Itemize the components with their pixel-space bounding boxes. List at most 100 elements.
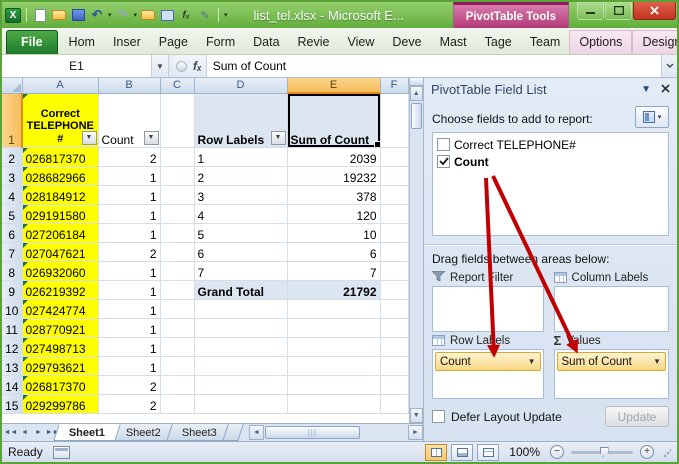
field-item-correct-telephone-[interactable]: Correct TELEPHONE# <box>437 136 664 153</box>
cell-D3[interactable]: 2 <box>194 166 287 185</box>
previous-sheet-icon[interactable]: ◄ <box>18 426 31 439</box>
cell-E14[interactable] <box>287 375 380 394</box>
cell-B5[interactable]: 1 <box>98 204 160 223</box>
expand-formula-bar-icon[interactable] <box>661 55 677 77</box>
field-item-count[interactable]: Count <box>437 153 664 170</box>
row-header-15[interactable]: 15 <box>2 394 22 413</box>
area-row-labels-box[interactable]: Count▼ <box>432 349 544 399</box>
row-header-5[interactable]: 5 <box>2 204 22 223</box>
ribbon-tab-revie[interactable]: Revie <box>289 31 339 54</box>
cell-C6[interactable] <box>160 223 194 242</box>
cell-C14[interactable] <box>160 375 194 394</box>
cell-C8[interactable] <box>160 261 194 280</box>
cell-E15[interactable] <box>287 394 380 413</box>
cell-D6[interactable]: 5 <box>194 223 287 242</box>
cell-A8[interactable]: 026932060 <box>22 261 98 280</box>
cell-C1[interactable] <box>160 93 194 147</box>
row-header-7[interactable]: 7 <box>2 242 22 261</box>
row-header-11[interactable]: 11 <box>2 318 22 337</box>
ribbon-tab-page[interactable]: Page <box>150 31 197 54</box>
cell-D8[interactable]: 7 <box>194 261 287 280</box>
cell-C5[interactable] <box>160 204 194 223</box>
scroll-left-icon[interactable]: ◄ <box>249 425 264 440</box>
ribbon-tab-tage[interactable]: Tage <box>476 31 521 54</box>
cell-B1[interactable]: Count▼ <box>98 93 160 147</box>
zoom-in-icon[interactable]: + <box>640 445 654 459</box>
cell-E10[interactable] <box>287 299 380 318</box>
ink-pen-icon[interactable]: ✎ <box>197 7 213 23</box>
cell-C7[interactable] <box>160 242 194 261</box>
area-report-filter-box[interactable] <box>432 286 544 332</box>
macro-record-icon[interactable] <box>53 446 70 459</box>
maximize-button[interactable] <box>605 2 632 20</box>
pivot-field-button-sum-of-count[interactable]: Sum of Count▼ <box>557 352 666 371</box>
cell-C12[interactable] <box>160 337 194 356</box>
cell-A5[interactable]: 029191580 <box>22 204 98 223</box>
cell-E7[interactable]: 6 <box>287 242 380 261</box>
cell-F2[interactable] <box>380 147 408 166</box>
cell-F8[interactable] <box>380 261 408 280</box>
cell-C11[interactable] <box>160 318 194 337</box>
cell-C2[interactable] <box>160 147 194 166</box>
page-layout-view-button[interactable] <box>451 444 473 461</box>
row-header-12[interactable]: 12 <box>2 337 22 356</box>
grid-corner[interactable] <box>2 78 22 93</box>
horizontal-scrollbar[interactable]: ◄ ||| ► <box>249 424 423 441</box>
sheet-tab-sheet1[interactable]: Sheet1 <box>53 424 121 441</box>
ribbon-tab-design[interactable]: Design <box>632 30 679 54</box>
resize-grip[interactable] <box>663 446 671 458</box>
row-header-10[interactable]: 10 <box>2 299 22 318</box>
cell-E12[interactable] <box>287 337 380 356</box>
cell-B4[interactable]: 1 <box>98 185 160 204</box>
filter-dropdown-icon[interactable]: ▼ <box>144 131 159 145</box>
vertical-scrollbar[interactable]: ▲ ▼ <box>409 78 424 423</box>
cell-B11[interactable]: 1 <box>98 318 160 337</box>
row-header-6[interactable]: 6 <box>2 223 22 242</box>
cell-F11[interactable] <box>380 318 408 337</box>
ribbon-tab-team[interactable]: Team <box>521 31 570 54</box>
row-header-2[interactable]: 2 <box>2 147 22 166</box>
row-header-14[interactable]: 14 <box>2 375 22 394</box>
cell-F10[interactable] <box>380 299 408 318</box>
cell-A2[interactable]: 026817370 <box>22 147 98 166</box>
ribbon-tab-hom[interactable]: Hom <box>60 31 104 54</box>
row-header-1[interactable]: 1 <box>2 93 22 147</box>
minimize-button[interactable] <box>577 2 604 20</box>
cell-D10[interactable] <box>194 299 287 318</box>
cell-A3[interactable]: 028682966 <box>22 166 98 185</box>
ribbon-tab-form[interactable]: Form <box>197 31 244 54</box>
cell-C9[interactable] <box>160 280 194 299</box>
name-box[interactable]: E1 <box>2 55 152 77</box>
undo-icon[interactable]: ↶ <box>89 7 105 23</box>
cell-A11[interactable]: 028770921 <box>22 318 98 337</box>
cell-A7[interactable]: 027047621 <box>22 242 98 261</box>
redo-dropdown-icon[interactable]: ▾ <box>134 11 138 19</box>
ribbon-tab-mast[interactable]: Mast <box>431 31 476 54</box>
area-values-box[interactable]: Sum of Count▼ <box>554 349 669 399</box>
ribbon-tab-inser[interactable]: Inser <box>104 31 150 54</box>
pane-menu-icon[interactable]: ▼ <box>641 84 651 95</box>
row-header-13[interactable]: 13 <box>2 356 22 375</box>
field-list-layout-button[interactable]: ▾ <box>635 106 669 128</box>
cell-F5[interactable] <box>380 204 408 223</box>
cell-A12[interactable]: 027498713 <box>22 337 98 356</box>
cell-A13[interactable]: 029793621 <box>22 356 98 375</box>
cell-D13[interactable] <box>194 356 287 375</box>
close-button[interactable] <box>633 2 676 20</box>
folder-icon[interactable] <box>140 7 156 23</box>
cell-F1[interactable] <box>380 93 408 147</box>
cell-E2[interactable]: 2039 <box>287 147 380 166</box>
cell-A10[interactable]: 027424774 <box>22 299 98 318</box>
cell-B13[interactable]: 1 <box>98 356 160 375</box>
cell-D1[interactable]: Row Labels▼ <box>194 93 287 147</box>
cell-B15[interactable]: 2 <box>98 394 160 413</box>
ribbon-tab-data[interactable]: Data <box>244 31 288 54</box>
cell-C3[interactable] <box>160 166 194 185</box>
filter-dropdown-icon[interactable]: ▼ <box>271 131 286 145</box>
cell-D5[interactable]: 4 <box>194 204 287 223</box>
cell-E6[interactable]: 10 <box>287 223 380 242</box>
update-button[interactable]: Update <box>605 406 669 427</box>
cell-C13[interactable] <box>160 356 194 375</box>
undo-dropdown-icon[interactable]: ▾ <box>108 11 112 19</box>
column-header-A[interactable]: A <box>22 78 98 93</box>
